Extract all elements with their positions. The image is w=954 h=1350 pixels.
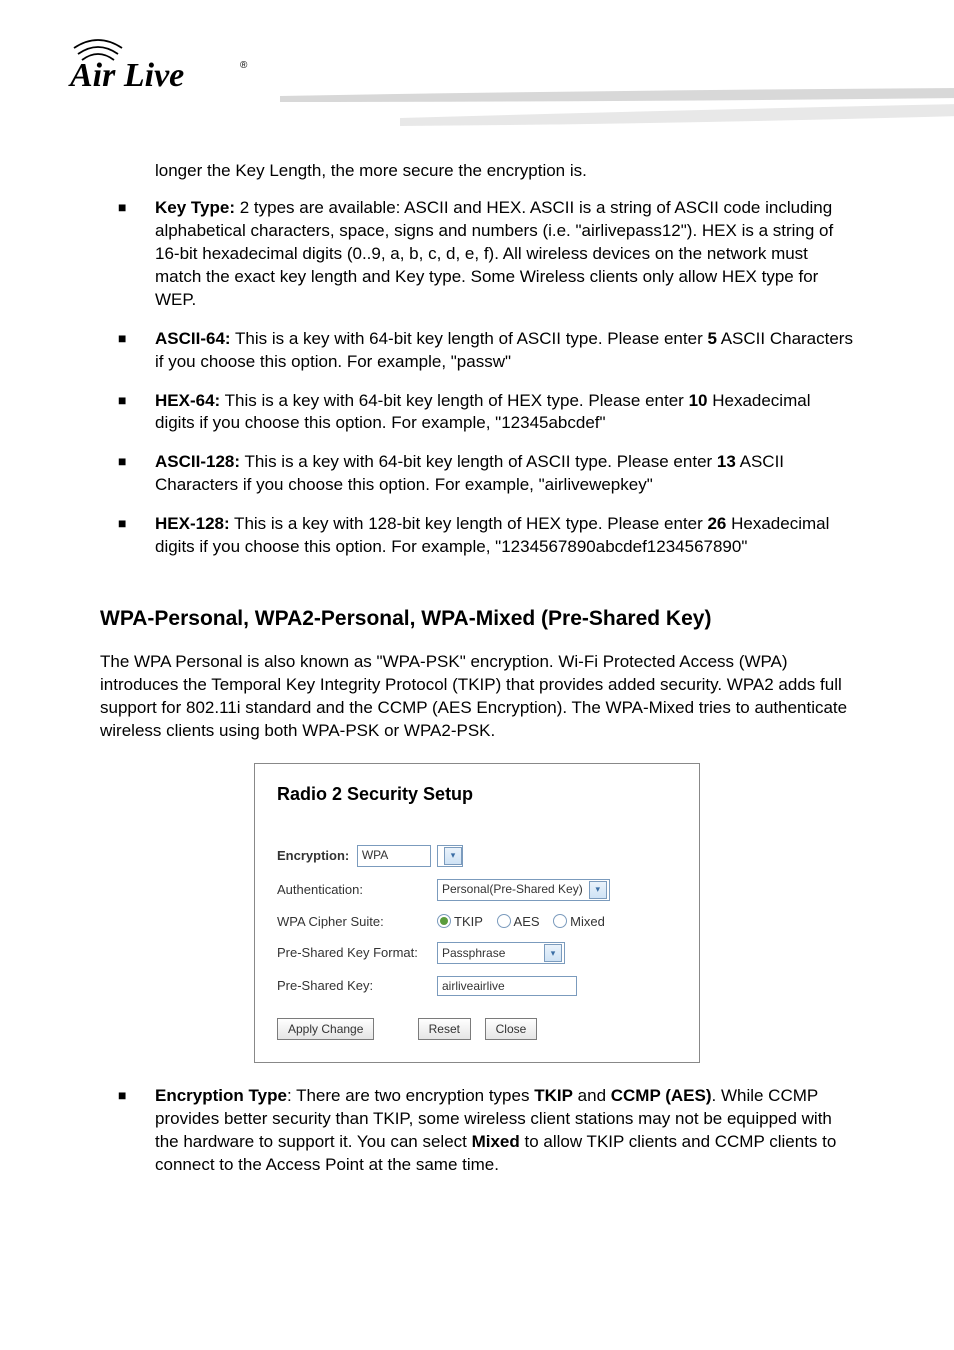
cipher-option-label: TKIP — [454, 914, 483, 929]
list-item: Encryption Type: There are two encryptio… — [100, 1085, 854, 1177]
item-bold: Mixed — [472, 1132, 520, 1151]
item-body: and — [573, 1086, 611, 1105]
cipher-radio-tkip[interactable]: TKIP — [437, 914, 483, 929]
item-body: 2 types are available: ASCII and HEX. AS… — [155, 198, 833, 309]
item-title: HEX-128: — [155, 514, 230, 533]
encryption-select[interactable]: WPA — [357, 845, 431, 867]
key-options-list: Key Type: 2 types are available: ASCII a… — [100, 197, 854, 559]
encryption-type-list: Encryption Type: There are two encryptio… — [100, 1085, 854, 1177]
radio-icon — [497, 914, 511, 928]
list-item: Key Type: 2 types are available: ASCII a… — [100, 197, 854, 312]
dialog-title: Radio 2 Security Setup — [277, 782, 677, 806]
authentication-select-value: Personal(Pre-Shared Key) — [442, 881, 583, 897]
encryption-select-arrow[interactable]: ▾ — [437, 845, 463, 867]
cipher-option-label: Mixed — [570, 914, 605, 929]
item-body: This is a key with 128-bit key length of… — [230, 514, 708, 533]
cipher-radio-mixed[interactable]: Mixed — [553, 914, 605, 929]
apply-change-button[interactable]: Apply Change — [277, 1018, 374, 1040]
svg-text:®: ® — [240, 60, 248, 71]
psk-format-select[interactable]: Passphrase ▾ — [437, 942, 565, 964]
item-bold: TKIP — [534, 1086, 573, 1105]
brand-logo: Air Live ® — [68, 28, 268, 101]
psk-input-value: airliveairlive — [442, 978, 505, 994]
chevron-down-icon: ▾ — [544, 944, 562, 962]
list-item: ASCII-128: This is a key with 64-bit key… — [100, 451, 854, 497]
security-setup-dialog: Radio 2 Security Setup Encryption: WPA ▾… — [254, 763, 700, 1063]
cipher-label: WPA Cipher Suite: — [277, 913, 437, 931]
item-title: Key Type: — [155, 198, 235, 217]
radio-icon — [437, 914, 451, 928]
chevron-down-icon: ▾ — [589, 881, 607, 899]
svg-text:Air Live: Air Live — [68, 57, 184, 94]
list-item: HEX-128: This is a key with 128-bit key … — [100, 513, 854, 559]
list-item: HEX-64: This is a key with 64-bit key le… — [100, 390, 854, 436]
cipher-radio-aes[interactable]: AES — [497, 914, 540, 929]
item-body: This is a key with 64-bit key length of … — [220, 391, 688, 410]
reset-button[interactable]: Reset — [418, 1018, 471, 1040]
close-button[interactable]: Close — [485, 1018, 538, 1040]
section-heading: WPA-Personal, WPA2-Personal, WPA-Mixed (… — [100, 605, 854, 633]
item-bold: CCMP (AES) — [611, 1086, 712, 1105]
header-swoosh-decoration — [280, 88, 954, 130]
chevron-down-icon: ▾ — [444, 847, 462, 865]
item-title: ASCII-128: — [155, 452, 240, 471]
item-title: HEX-64: — [155, 391, 220, 410]
psk-format-select-value: Passphrase — [442, 945, 538, 961]
paragraph-continuation: longer the Key Length, the more secure t… — [100, 160, 854, 183]
item-title: ASCII-64: — [155, 329, 231, 348]
item-bold-number: 10 — [689, 391, 708, 410]
item-body: This is a key with 64-bit key length of … — [231, 329, 708, 348]
item-body: : There are two encryption types — [287, 1086, 534, 1105]
item-bold-number: 13 — [717, 452, 736, 471]
psk-input[interactable]: airliveairlive — [437, 976, 577, 996]
item-body: This is a key with 64-bit key length of … — [240, 452, 717, 471]
cipher-option-label: AES — [514, 914, 540, 929]
list-item: ASCII-64: This is a key with 64-bit key … — [100, 328, 854, 374]
authentication-select[interactable]: Personal(Pre-Shared Key) ▾ — [437, 879, 610, 901]
item-bold-number: 26 — [707, 514, 726, 533]
psk-label: Pre-Shared Key: — [277, 977, 437, 995]
psk-format-label: Pre-Shared Key Format: — [277, 944, 437, 962]
radio-icon — [553, 914, 567, 928]
encryption-select-value: WPA — [362, 847, 428, 863]
item-bold-number: 5 — [707, 329, 716, 348]
section-paragraph: The WPA Personal is also known as "WPA-P… — [100, 651, 854, 743]
item-title: Encryption Type — [155, 1086, 287, 1105]
encryption-label: Encryption: — [277, 847, 349, 862]
authentication-label: Authentication: — [277, 881, 437, 899]
